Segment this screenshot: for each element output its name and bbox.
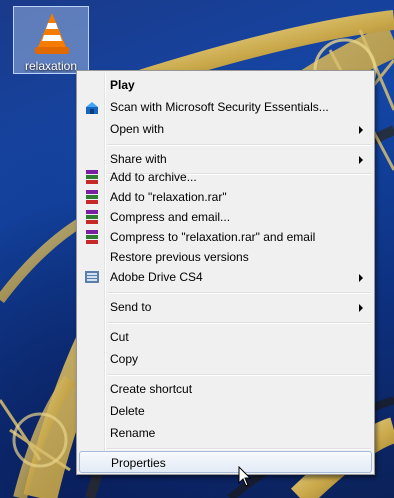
menu-item-label: Add to "relaxation.rar"	[110, 190, 227, 204]
menu-separator	[107, 292, 371, 294]
menu-item-label: Share with	[110, 152, 167, 166]
menu-item-add-to-rar[interactable]: Add to "relaxation.rar"	[79, 186, 372, 208]
menu-item-label: Scan with Microsoft Security Essentials.…	[110, 100, 329, 114]
submenu-arrow-icon	[359, 274, 363, 282]
mouse-pointer-icon	[238, 466, 252, 487]
menu-item-scan[interactable]: Scan with Microsoft Security Essentials.…	[79, 96, 372, 118]
menu-item-send-to[interactable]: Send to	[79, 296, 372, 318]
menu-item-label: Adobe Drive CS4	[110, 270, 203, 284]
menu-item-label: Play	[110, 78, 135, 92]
menu-item-label: Add to archive...	[110, 170, 197, 184]
menu-item-compress-email[interactable]: Compress and email...	[79, 206, 372, 228]
menu-item-label: Copy	[110, 352, 139, 366]
menu-item-label: Open with	[110, 122, 165, 136]
submenu-arrow-icon	[359, 126, 363, 134]
menu-item-label: Properties	[111, 456, 166, 470]
menu-item-restore-versions[interactable]: Restore previous versions	[79, 246, 372, 268]
menu-item-label: Rename	[110, 426, 156, 440]
submenu-arrow-icon	[359, 304, 363, 312]
menu-item-label: Send to	[110, 300, 152, 314]
menu-separator	[107, 144, 371, 146]
menu-item-label: Delete	[110, 404, 145, 418]
submenu-arrow-icon	[359, 156, 363, 164]
desktop-file-icon[interactable]: relaxation	[13, 6, 89, 74]
adobe-drive-icon	[85, 271, 99, 283]
menu-item-compress-rar-email[interactable]: Compress to "relaxation.rar" and email	[79, 226, 372, 248]
menu-item-label: Cut	[110, 330, 129, 344]
menu-item-properties[interactable]: Properties	[79, 451, 372, 473]
menu-item-adobe-drive[interactable]: Adobe Drive CS4	[79, 266, 372, 288]
menu-item-delete[interactable]: Delete	[79, 400, 372, 422]
winrar-icon	[86, 190, 98, 204]
vlc-cone-icon	[35, 13, 69, 54]
menu-item-add-to-archive[interactable]: Add to archive...	[79, 166, 372, 188]
menu-item-label: Compress to "relaxation.rar" and email	[110, 230, 316, 244]
context-menu: Play Scan with Microsoft Security Essent…	[76, 70, 375, 475]
menu-item-label: Compress and email...	[110, 210, 231, 224]
menu-item-cut[interactable]: Cut	[79, 326, 372, 348]
winrar-icon	[86, 230, 98, 244]
menu-separator	[107, 448, 371, 450]
menu-item-copy[interactable]: Copy	[79, 348, 372, 370]
menu-item-open-with[interactable]: Open with	[79, 118, 372, 140]
menu-item-rename[interactable]: Rename	[79, 422, 372, 444]
menu-item-play[interactable]: Play	[79, 74, 372, 96]
winrar-icon	[86, 170, 98, 184]
menu-separator	[107, 322, 371, 324]
menu-separator	[107, 374, 371, 376]
security-essentials-icon	[86, 102, 98, 114]
menu-item-label: Restore previous versions	[110, 250, 249, 264]
menu-item-create-shortcut[interactable]: Create shortcut	[79, 378, 372, 400]
menu-item-label: Create shortcut	[110, 382, 193, 396]
winrar-icon	[86, 210, 98, 224]
